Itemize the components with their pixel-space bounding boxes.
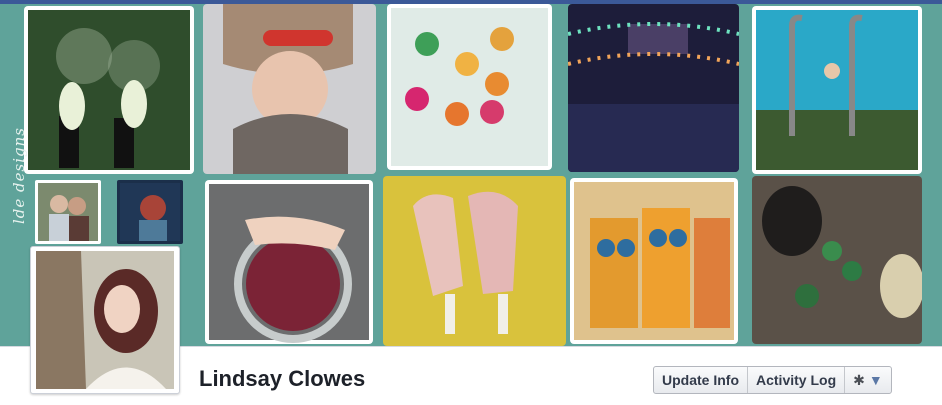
activity-log-button[interactable]: Activity Log bbox=[748, 367, 846, 393]
crochet-yarn-photo bbox=[205, 180, 373, 344]
gear-icon: ✱ bbox=[853, 372, 865, 388]
pool-ladder-photo bbox=[752, 6, 922, 174]
watermark-text: lde designs bbox=[10, 127, 28, 224]
handprints-feet-photo bbox=[24, 6, 194, 174]
painted-rings-photo bbox=[387, 4, 552, 170]
settings-dropdown-button[interactable]: ✱ ▼ bbox=[845, 367, 891, 393]
profile-action-buttons: Update Info Activity Log ✱ ▼ bbox=[653, 366, 892, 394]
string-lights-photo bbox=[568, 4, 739, 172]
knit-hat-selfie-photo bbox=[203, 4, 376, 174]
profile-picture[interactable] bbox=[36, 251, 174, 389]
red-hair-photo[interactable] bbox=[117, 180, 183, 244]
popsicles-photo bbox=[383, 176, 566, 346]
update-info-button[interactable]: Update Info bbox=[654, 367, 748, 393]
owl-cups-photo bbox=[570, 178, 738, 344]
chevron-down-icon: ▼ bbox=[868, 372, 883, 388]
profile-picture-frame[interactable] bbox=[30, 246, 180, 394]
couple-photo[interactable] bbox=[35, 180, 101, 244]
dog-toys-photo bbox=[752, 176, 922, 344]
profile-name[interactable]: Lindsay Clowes bbox=[199, 366, 365, 392]
